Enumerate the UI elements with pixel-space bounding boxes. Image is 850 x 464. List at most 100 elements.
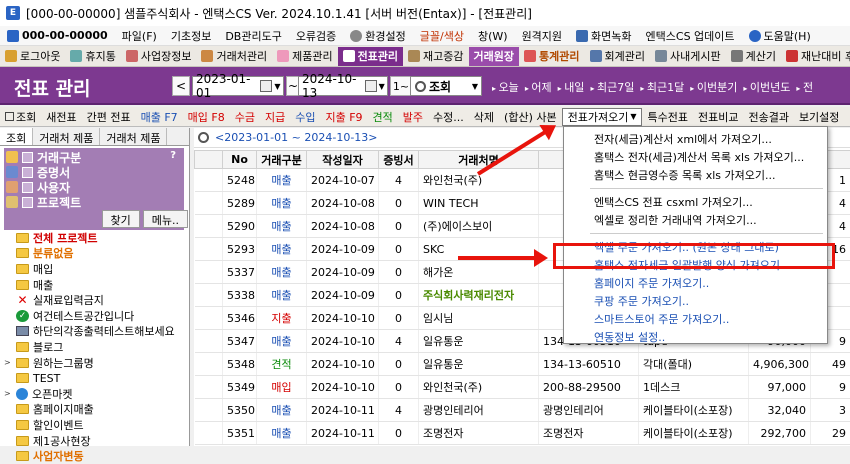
checkbox[interactable] xyxy=(22,167,33,178)
menu-file[interactable]: 파일(F) xyxy=(115,28,164,44)
stock-change-button[interactable]: 재고증감 xyxy=(403,47,468,66)
menu-db-tools[interactable]: DB관리도구 xyxy=(218,28,289,44)
board-button[interactable]: 사내게시판 xyxy=(650,47,726,66)
collect-button[interactable]: 수금 xyxy=(230,108,260,126)
import-coupang-order-item[interactable]: 쿠팡 주문 가져오기.. xyxy=(564,292,827,310)
sales-button[interactable]: 매출 F7 xyxy=(136,108,183,126)
tree-item[interactable]: 전체 프로젝트 xyxy=(4,230,188,246)
client-manage-button[interactable]: 거래처관리 xyxy=(196,47,272,66)
table-row[interactable]: 5351매출2024-10-110조명전자조명전자케이블타이(소포장)292,7… xyxy=(195,422,850,445)
range-button[interactable]: 1~ xyxy=(390,76,412,96)
date-to-field[interactable]: 2024-10-13▼ xyxy=(298,76,388,96)
period-today[interactable]: 오늘 xyxy=(492,79,519,95)
tree-item[interactable]: 하단의각종출력테스트해보세요 xyxy=(4,324,188,340)
tree-item[interactable]: 매출 xyxy=(4,277,188,293)
tree-item[interactable]: TEST xyxy=(4,370,188,386)
trash-button[interactable]: 휴지통 xyxy=(65,47,120,66)
period-prev[interactable]: 전 xyxy=(796,79,813,95)
order-button[interactable]: 발주 xyxy=(398,108,428,126)
menu-basic-info[interactable]: 기초정보 xyxy=(164,28,218,44)
menu-update[interactable]: 엔택스CS 업데이트 xyxy=(639,28,742,44)
new-voucher-button[interactable]: 새전표 xyxy=(41,108,81,126)
tree-item[interactable]: ✕실재료입력금지 xyxy=(4,292,188,308)
tree-item[interactable]: ✓여건테스트공간입니다 xyxy=(4,308,188,324)
checkbox[interactable] xyxy=(22,152,33,163)
calculator-button[interactable]: 계산기 xyxy=(726,47,781,66)
find-button[interactable]: 찾기 xyxy=(102,210,140,228)
table-row[interactable]: 5348견적2024-10-100일유통운134-13-60510각대(폴대)4… xyxy=(195,353,850,376)
import-hometax-invoice-item[interactable]: 홈택스 전자(세금)계산서 목록 xls 가져오기... xyxy=(564,148,827,166)
purchase-button[interactable]: 매입 F8 xyxy=(183,108,230,126)
checkbox[interactable] xyxy=(22,197,33,208)
menu-company[interactable]: 000-00-00000 xyxy=(0,29,115,42)
tree-item[interactable]: >원하는그룹명 xyxy=(4,355,188,371)
estimate-button[interactable]: 견적 xyxy=(368,108,398,126)
import-csxml-item[interactable]: 엔택스CS 전표 csxml 가져오기... xyxy=(564,193,827,211)
calendar-icon[interactable] xyxy=(260,80,272,92)
tree-item[interactable]: 사업자변동 xyxy=(4,448,188,464)
expense-button[interactable]: 지출 F9 xyxy=(320,108,367,126)
calendar-icon[interactable] xyxy=(365,80,377,92)
income-button[interactable]: 수입 xyxy=(290,108,320,126)
compare-voucher-button[interactable]: 전표비교 xyxy=(693,108,743,126)
checkbox[interactable] xyxy=(22,182,33,193)
group-proof[interactable]: 증명서 xyxy=(6,165,182,179)
group-user[interactable]: 사용자 xyxy=(6,180,182,194)
delete-button[interactable]: 삭제 xyxy=(469,108,499,126)
menu-remote[interactable]: 원격지원 xyxy=(515,28,569,44)
tree-item[interactable]: >오픈마켓 xyxy=(4,386,188,402)
tree-item[interactable]: 매입 xyxy=(4,261,188,277)
import-excel-trade-item[interactable]: 엑셀로 정리한 거래내역 가져오기... xyxy=(564,211,827,229)
table-row[interactable]: 5349매입2024-10-100와인천국(주)200-88-295001데스크… xyxy=(195,376,850,399)
prev-period-button[interactable]: < xyxy=(172,76,190,96)
menu-record[interactable]: 화면녹화 xyxy=(569,28,638,44)
donation-button[interactable]: 재난대비 후원 xyxy=(781,47,850,66)
search-icon[interactable] xyxy=(198,132,209,143)
view-settings-button[interactable]: 보기설정 xyxy=(794,108,844,126)
tree-item[interactable]: 할인이벤트 xyxy=(4,417,188,433)
import-smartstore-order-item[interactable]: 스마트스토어 주문 가져오기.. xyxy=(564,310,827,328)
period-7days[interactable]: 최근7일 xyxy=(590,79,634,95)
menu-font-color[interactable]: 글꼴/색상 xyxy=(413,28,471,44)
special-voucher-button[interactable]: 특수전표 xyxy=(642,108,692,126)
search-button[interactable]: 조회▼ xyxy=(410,76,482,96)
menu-window[interactable]: 창(W) xyxy=(471,28,515,44)
ledger-button[interactable]: 거래원장 xyxy=(469,47,519,66)
group-trade-type[interactable]: 거래구분 xyxy=(6,150,182,164)
period-1month[interactable]: 최근1달 xyxy=(640,79,684,95)
menu-error-check[interactable]: 오류검증 xyxy=(289,28,343,44)
import-hometax-receipt-item[interactable]: 홈택스 현금영수증 목록 xls 가져오기... xyxy=(564,166,827,184)
accounting-button[interactable]: 회계관리 xyxy=(585,47,650,66)
date-from-field[interactable]: 2023-01-01▼ xyxy=(192,76,284,96)
import-xml-item[interactable]: 전자(세금)계산서 xml에서 가져오기... xyxy=(564,130,827,148)
table-row[interactable]: 5350매출2024-10-114광명인테리어광명인테리어케이블타이(소포장)3… xyxy=(195,399,850,422)
simple-voucher-button[interactable]: 간편 전표 xyxy=(82,108,136,126)
period-tomorrow[interactable]: 내일 xyxy=(558,79,585,95)
period-yesterday[interactable]: 어제 xyxy=(525,79,552,95)
tab-query[interactable]: 조회 xyxy=(0,128,33,145)
group-project[interactable]: 프로젝트 xyxy=(6,195,182,209)
menu-button[interactable]: 메뉴.. xyxy=(143,210,188,228)
tree-item[interactable]: 홈페이지매출 xyxy=(4,402,188,418)
import-voucher-button[interactable]: 전표가져오기▼ xyxy=(562,108,643,126)
tree-item[interactable]: 블로그 xyxy=(4,339,188,355)
period-year[interactable]: 이번년도 xyxy=(743,79,790,95)
send-result-button[interactable]: 전송결과 xyxy=(743,108,793,126)
period-quarter[interactable]: 이번분기 xyxy=(690,79,737,95)
tab-client-product[interactable]: 거래처 제품 xyxy=(33,128,100,145)
pay-button[interactable]: 지급 xyxy=(260,108,290,126)
help-icon[interactable]: ? xyxy=(170,150,176,161)
import-homepage-order-item[interactable]: 홈페이지 주문 가져오기.. xyxy=(564,274,827,292)
voucher-manage-button[interactable]: 전표관리 xyxy=(338,47,403,66)
logout-button[interactable]: 로그아웃 xyxy=(0,47,65,66)
link-settings-item[interactable]: 연동정보 설정.. xyxy=(564,328,827,346)
stats-button[interactable]: 통계관리 xyxy=(519,47,584,66)
product-manage-button[interactable]: 제품관리 xyxy=(272,47,337,66)
tree-item[interactable]: 분류없음 xyxy=(4,246,188,262)
business-info-button[interactable]: 사업장정보 xyxy=(121,47,197,66)
query-button[interactable]: 조회 xyxy=(0,108,41,126)
menu-help[interactable]: 도움말(H) xyxy=(742,28,818,44)
edit-button[interactable]: 수정... xyxy=(428,108,469,126)
tab-client-product-2[interactable]: 거래처 제품 xyxy=(100,128,167,145)
menu-settings[interactable]: 환경설정 xyxy=(343,28,412,44)
